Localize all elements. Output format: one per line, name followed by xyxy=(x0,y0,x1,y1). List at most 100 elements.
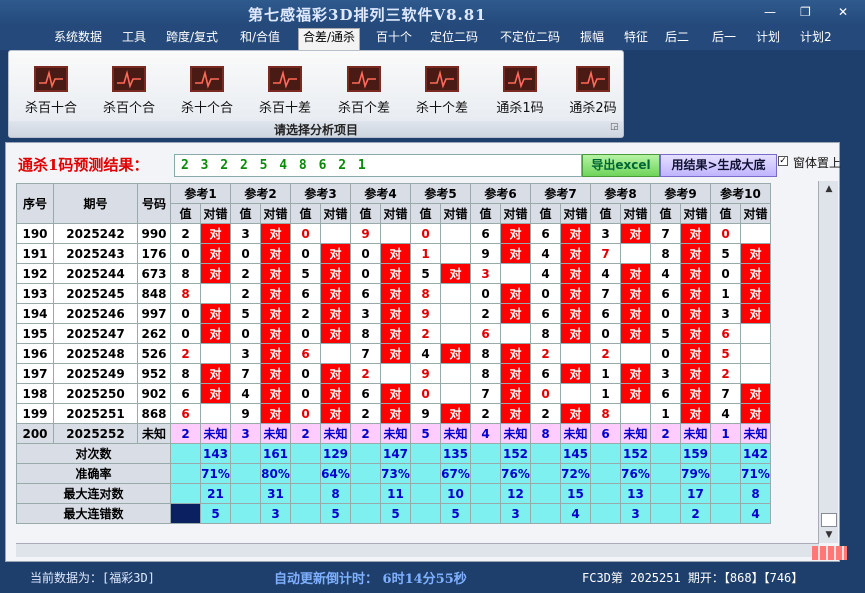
menu-item[interactable]: 合差/通杀 xyxy=(298,28,361,50)
col-header-ref[interactable]: 参考6 xyxy=(470,183,531,204)
cell-miss xyxy=(440,383,471,404)
col-header-ref[interactable]: 参考8 xyxy=(590,183,651,204)
col-header-ref[interactable]: 参考1 xyxy=(170,183,231,204)
menu-item[interactable]: 和/合值 xyxy=(236,29,284,48)
cell-value: 2 xyxy=(290,303,321,324)
menu-item[interactable]: 工具 xyxy=(118,29,150,48)
col-header-ref[interactable]: 参考3 xyxy=(290,183,351,204)
latest-draw-status: FC3D第 2025251 期开：【868】【746】 xyxy=(582,571,804,585)
cell-value: 2 xyxy=(350,403,381,424)
menu-item[interactable]: 后一 xyxy=(708,29,740,48)
col-header-ref[interactable]: 参考9 xyxy=(650,183,711,204)
chart-pulse-icon xyxy=(112,66,146,92)
stats-row: 对次数 143 161 129 147 135 152 145 152 159 142 xyxy=(16,443,771,464)
ribbon-button-label: 杀十个合 xyxy=(180,101,233,116)
stats-value: 3 xyxy=(620,503,651,524)
stats-spacer xyxy=(530,443,561,464)
cell-hit: 对 xyxy=(620,263,651,284)
cell-hit: 对 xyxy=(500,363,531,384)
table-row[interactable]: 199 2025251 868 6 9 对 0 对 2 对 9 对 2 对 2 对 8 1 对 4 对 xyxy=(16,403,771,424)
cell-value: 4 xyxy=(470,423,501,444)
cell-value: 9 xyxy=(410,403,441,424)
cell-value: 8 xyxy=(470,343,501,364)
cell-value: 3 xyxy=(230,343,261,364)
export-excel-button[interactable]: 导出excel xyxy=(582,154,660,177)
prediction-output[interactable]: 2 3 2 2 5 4 8 6 2 1 xyxy=(174,154,582,177)
table-row[interactable]: 191 2025243 176 0 对 0 对 0 对 0 对 1 9 对 4 对 7 8 对 5 对 xyxy=(16,243,771,264)
scroll-down-icon[interactable]: ▼ xyxy=(819,527,839,543)
cell-hit: 对 xyxy=(320,283,351,304)
stats-value: 67% xyxy=(440,463,471,484)
menu-item[interactable]: 百十个 xyxy=(372,29,416,48)
ribbon-button-label: 杀百个合 xyxy=(102,101,155,116)
cell-hit: 对 xyxy=(260,263,291,284)
chart-pulse-icon xyxy=(425,66,459,92)
ribbon-button[interactable]: 通杀1码 xyxy=(485,66,555,128)
scroll-up-icon[interactable]: ▲ xyxy=(819,181,839,197)
cell-hit: 对 xyxy=(320,403,351,424)
menu-item[interactable]: 计划 xyxy=(752,29,784,48)
generate-result-button[interactable]: 用结果>生成大底 xyxy=(660,154,777,177)
col-header-number[interactable]: 号码 xyxy=(137,183,171,224)
table-row[interactable]: 197 2025249 952 8 对 7 对 0 对 2 9 8 对 6 对 1 对 3 对 2 xyxy=(16,363,771,384)
scroll-thumb[interactable] xyxy=(821,513,837,527)
table-row[interactable]: 196 2025248 526 2 3 对 6 7 对 4 对 8 对 2 2 0 对 5 xyxy=(16,343,771,364)
resize-grip[interactable] xyxy=(812,546,847,560)
menu-item[interactable]: 跨度/复式 xyxy=(162,29,222,48)
ribbon-button[interactable]: 杀百十差 xyxy=(250,66,320,128)
restore-icon[interactable]: ❐ xyxy=(800,6,811,18)
table-row[interactable]: 198 2025250 902 6 对 4 对 0 对 6 对 0 7 对 0 1 对 6 对 7 对 xyxy=(16,383,771,404)
col-header-seq[interactable]: 序号 xyxy=(16,183,54,224)
stats-spacer xyxy=(590,443,621,464)
stats-value: 2 xyxy=(680,503,711,524)
cell-value: 8 xyxy=(530,423,561,444)
menu-item[interactable]: 振幅 xyxy=(576,29,608,48)
ribbon-button[interactable]: 杀百个合 xyxy=(94,66,164,128)
menu-item[interactable]: 后二 xyxy=(661,29,693,48)
cell-hit: 对 xyxy=(380,303,411,324)
cell-hit: 对 xyxy=(680,223,711,244)
stats-value: 143 xyxy=(200,443,231,464)
vertical-scrollbar[interactable]: ▲ ▼ xyxy=(818,181,838,543)
col-header-ref[interactable]: 参考7 xyxy=(530,183,591,204)
minimize-icon[interactable]: — xyxy=(764,6,776,18)
cell-miss xyxy=(500,323,531,344)
col-header-ref[interactable]: 参考5 xyxy=(410,183,471,204)
ribbon-button[interactable]: 杀百个差 xyxy=(329,66,399,128)
menu-item[interactable]: 特征 xyxy=(620,29,652,48)
cell-hit: 对 xyxy=(680,323,711,344)
menu-item[interactable]: 不定位二码 xyxy=(496,29,564,48)
cell-miss xyxy=(320,343,351,364)
stats-spacer xyxy=(650,483,681,504)
table-row[interactable]: 190 2025242 990 2 对 3 对 0 9 0 6 对 6 对 3 对 7 对 0 xyxy=(16,223,771,244)
ribbon-button[interactable]: 杀十个合 xyxy=(172,66,242,128)
cell-value: 6 xyxy=(350,383,381,404)
cell-value: 2 xyxy=(410,323,441,344)
table-row[interactable]: 194 2025246 997 0 对 5 对 2 对 3 对 9 2 对 6 对 6 对 0 对 3 对 xyxy=(16,303,771,324)
close-icon[interactable]: ✕ xyxy=(838,6,848,18)
topmost-label: 窗体置上 xyxy=(793,156,842,170)
horizontal-scrollbar[interactable] xyxy=(16,543,819,557)
menu-item[interactable]: 定位二码 xyxy=(426,29,482,48)
table-row[interactable]: 200 2025252 未知 2 未知 3 未知 2 未知 2 未知 5 未知 4 未知 8 未知 6 未知 2 未知 1… xyxy=(16,423,771,444)
stats-value: 5 xyxy=(320,503,351,524)
col-header-ref[interactable]: 参考10 xyxy=(710,183,771,204)
table-row[interactable]: 195 2025247 262 0 对 0 对 0 对 8 对 2 6 8 对 0 对 5 对 6 xyxy=(16,323,771,344)
table-row[interactable]: 192 2025244 673 8 对 2 对 5 对 0 对 5 对 3 4 对 4 对 4 对 0 对 xyxy=(16,263,771,284)
ribbon-button[interactable]: 杀十个差 xyxy=(407,66,477,128)
ribbon-button[interactable]: 杀百十合 xyxy=(16,66,86,128)
col-header-ref[interactable]: 参考4 xyxy=(350,183,411,204)
menu-item[interactable]: 系统数据 xyxy=(50,29,106,48)
table-row[interactable]: 193 2025245 848 8 2 对 6 对 6 对 8 0 对 0 对 7 对 6 对 1 对 xyxy=(16,283,771,304)
ribbon-button[interactable]: 通杀2码 xyxy=(558,66,628,128)
cell-hit: 对 xyxy=(200,363,231,384)
topmost-checkbox[interactable]: ✓ xyxy=(778,156,788,166)
cell-hit: 对 xyxy=(260,223,291,244)
cell-hit: 对 xyxy=(500,243,531,264)
stats-value: 71% xyxy=(200,463,231,484)
menu-item[interactable]: 计划2 xyxy=(796,29,836,48)
cell-value: 6 xyxy=(650,283,681,304)
col-header-period[interactable]: 期号 xyxy=(53,183,138,224)
cell-value: 0 xyxy=(350,263,381,284)
col-header-ref[interactable]: 参考2 xyxy=(230,183,291,204)
